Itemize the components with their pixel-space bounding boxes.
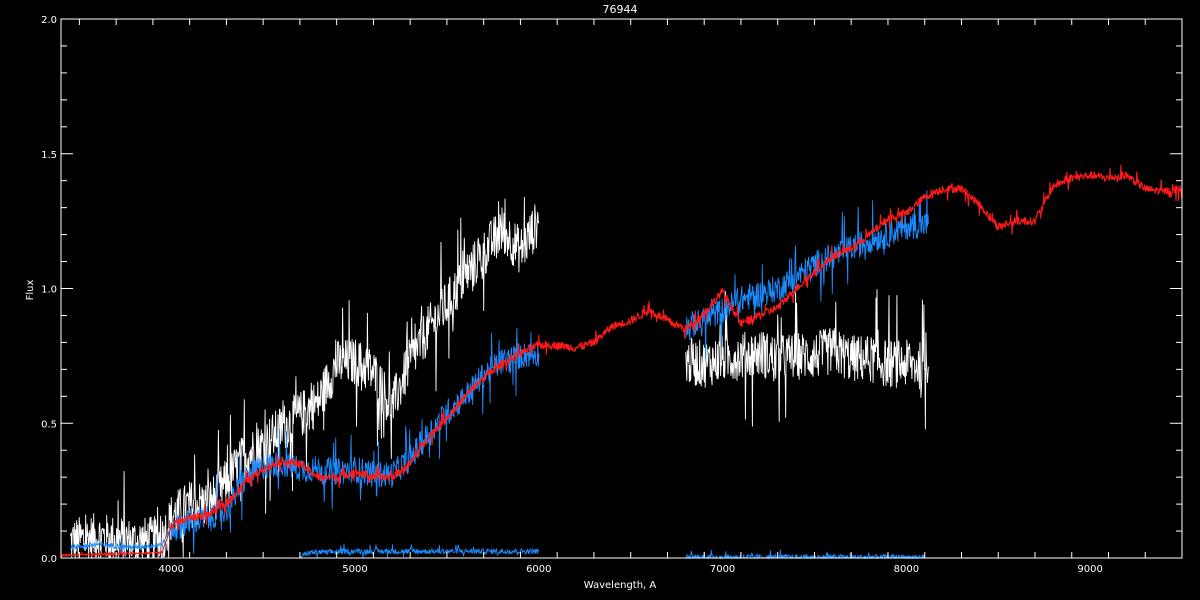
y-tick-label: 1.0 xyxy=(41,285,57,296)
spectrum-chart: 76944 4000 5000 6000 7000 8000 9000 0.0 0.5 1.0 1… xyxy=(0,0,1200,600)
x-tick-label: 9000 xyxy=(1077,564,1102,575)
y-tick-label: 0.5 xyxy=(41,419,57,430)
x-axis-label: Wavelength, A xyxy=(584,580,657,591)
x-tick-label: 5000 xyxy=(342,564,367,575)
x-tick-label: 4000 xyxy=(159,564,184,575)
y-tick-label: 2.0 xyxy=(41,15,57,26)
y-axis-label: Flux xyxy=(25,280,36,301)
y-tick-label: 0.0 xyxy=(41,554,57,565)
chart-background xyxy=(0,0,1200,600)
x-tick-label: 8000 xyxy=(894,564,919,575)
chart-title: 76944 xyxy=(603,3,638,16)
x-tick-label: 7000 xyxy=(710,564,735,575)
y-tick-label: 1.5 xyxy=(41,150,57,161)
x-tick-label: 6000 xyxy=(526,564,551,575)
